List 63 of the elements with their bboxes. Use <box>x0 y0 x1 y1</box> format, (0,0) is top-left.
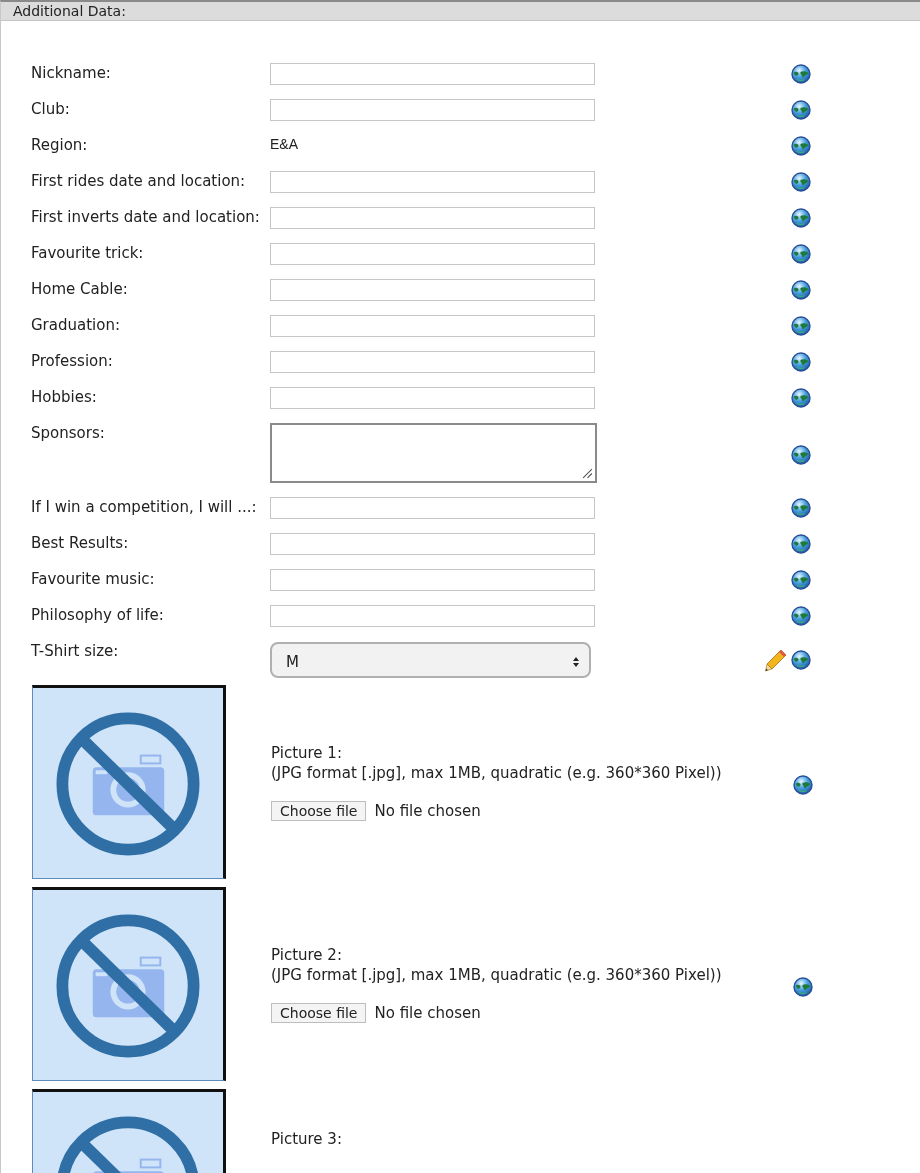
resize-grip-icon[interactable] <box>582 468 593 479</box>
globe-icon[interactable] <box>791 316 811 336</box>
field-label: Region: <box>30 135 89 154</box>
globe-icon[interactable] <box>791 445 811 465</box>
globe-icon[interactable] <box>791 649 811 670</box>
picture-label: Picture 3: <box>271 1129 343 1149</box>
section-header: Additional Data: <box>1 2 920 21</box>
input-field[interactable] <box>270 63 595 85</box>
input-field[interactable] <box>270 387 595 409</box>
pencil-icon[interactable] <box>764 647 788 672</box>
field-label: Profession: <box>30 351 114 370</box>
field-value: E&A <box>270 135 299 154</box>
globe-icon[interactable] <box>791 172 811 192</box>
field-label: Philosophy of life: <box>30 605 165 624</box>
input-field[interactable] <box>270 279 595 301</box>
field-label: If I win a competition, I will ...: <box>30 497 258 516</box>
picture-label: Picture 2: <box>271 945 343 965</box>
choose-file-button[interactable]: Choose file <box>271 801 367 821</box>
input-field[interactable] <box>270 243 595 265</box>
globe-icon[interactable] <box>791 280 811 300</box>
input-field[interactable] <box>270 533 595 555</box>
choose-file-button[interactable]: Choose file <box>271 1003 367 1023</box>
file-status: No file chosen <box>374 801 481 821</box>
picture-label: Picture 1: <box>271 743 343 763</box>
field-label: Nickname: <box>30 63 112 82</box>
field-label: Favourite trick: <box>30 243 145 262</box>
globe-icon[interactable] <box>791 498 811 518</box>
field-label: Graduation: <box>30 315 121 334</box>
field-label: Home Cable: <box>30 279 129 298</box>
field-label: First inverts date and location: <box>30 207 261 226</box>
field-label: T-Shirt size: <box>30 641 120 660</box>
globe-icon[interactable] <box>791 208 811 228</box>
format-note: (JPG format [.jpg], max 1MB, quadratic (e.g. 360*360 Pixel)) <box>271 965 723 985</box>
globe-icon[interactable] <box>791 388 811 408</box>
input-field[interactable] <box>270 605 595 627</box>
globe-icon[interactable] <box>793 976 813 997</box>
field-label: Best Results: <box>30 533 130 552</box>
globe-icon[interactable] <box>791 100 811 120</box>
up-down-arrows-icon <box>573 656 579 668</box>
globe-icon[interactable] <box>791 570 811 590</box>
input-field[interactable] <box>270 171 595 193</box>
field-label: Sponsors: <box>30 423 106 442</box>
globe-icon[interactable] <box>793 774 813 795</box>
globe-icon[interactable] <box>791 352 811 372</box>
globe-icon[interactable] <box>791 244 811 264</box>
input-field[interactable] <box>270 99 595 121</box>
input-field[interactable] <box>270 569 595 591</box>
globe-icon[interactable] <box>791 534 811 554</box>
select-dropdown[interactable]: M <box>270 642 591 678</box>
globe-icon[interactable] <box>791 606 811 626</box>
input-field[interactable] <box>270 351 595 373</box>
file-status: No file chosen <box>374 1003 481 1023</box>
format-note: (JPG format [.jpg], max 1MB, quadratic (e.g. 360*360 Pixel)) <box>271 763 723 783</box>
field-label: First rides date and location: <box>30 171 247 190</box>
input-field[interactable] <box>270 315 595 337</box>
globe-icon[interactable] <box>791 64 811 84</box>
field-label: Club: <box>30 99 71 118</box>
field-label: Hobbies: <box>30 387 98 406</box>
input-field[interactable] <box>270 497 595 519</box>
input-field[interactable] <box>270 207 595 229</box>
field-label: Favourite music: <box>30 569 156 588</box>
text-area[interactable] <box>270 423 597 483</box>
globe-icon[interactable] <box>791 136 811 156</box>
